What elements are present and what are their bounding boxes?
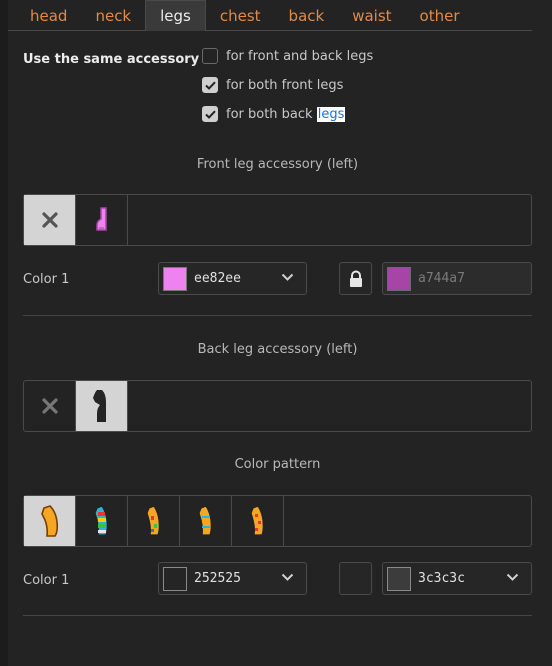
- tab-legs[interactable]: legs: [145, 0, 206, 31]
- front-color1-swatch: [163, 266, 187, 291]
- pattern-option-striped[interactable]: [180, 496, 232, 546]
- check-icon: [204, 110, 216, 119]
- both-back-label: for both back legs: [226, 106, 346, 122]
- check-icon: [204, 81, 216, 90]
- both-back-checkbox[interactable]: [202, 106, 218, 122]
- none-icon: [41, 212, 58, 228]
- pattern-lock-button[interactable]: [339, 562, 372, 595]
- both-front-label: for both front legs: [226, 77, 344, 93]
- pattern-option-mixed[interactable]: [128, 496, 180, 546]
- pattern-color1-label: Color 1: [23, 573, 70, 588]
- pattern-option-plain[interactable]: [24, 496, 76, 546]
- front-leg-picker: [23, 194, 532, 246]
- front-color1-hex: ee82ee: [194, 271, 241, 286]
- option-front-and-back[interactable]: for front and back legs: [202, 48, 373, 64]
- tab-waist[interactable]: waist: [338, 0, 405, 31]
- option-both-back[interactable]: for both back legs: [202, 106, 346, 122]
- tab-back[interactable]: back: [275, 0, 339, 31]
- pattern-option-spotted[interactable]: [232, 496, 284, 546]
- pattern-spotted-icon: [249, 505, 264, 536]
- same-accessory-label: Use the same accessory: [23, 52, 200, 67]
- color-pattern-title: Color pattern: [234, 457, 321, 472]
- tab-chest[interactable]: chest: [206, 0, 275, 31]
- back-none-option[interactable]: [24, 381, 76, 431]
- none-icon: [41, 398, 58, 414]
- pattern-color2-hex: 3c3c3c: [418, 571, 465, 586]
- chevron-down-icon: [506, 573, 519, 581]
- lock-icon: [349, 270, 362, 287]
- pattern-striped-icon: [197, 505, 212, 536]
- tab-neck[interactable]: neck: [81, 0, 145, 31]
- leg-accessory-sock-icon: [95, 207, 107, 231]
- tab-other[interactable]: other: [406, 0, 474, 31]
- back-leg-title: Back leg accessory (left): [197, 342, 358, 357]
- both-front-checkbox[interactable]: [202, 77, 218, 93]
- front-and-back-checkbox[interactable]: [202, 48, 218, 64]
- option-both-front[interactable]: for both front legs: [202, 77, 343, 93]
- front-leg-title: Front leg accessory (left): [196, 157, 359, 172]
- front-sock-option[interactable]: [76, 195, 128, 245]
- leg-accessory-boot-icon: [92, 390, 106, 422]
- pattern-plain-icon: [40, 505, 58, 537]
- pattern-color1-select[interactable]: 252525: [158, 562, 307, 595]
- front-locked-hex: a744a7: [418, 271, 465, 286]
- category-tabs: head neck legs chest back waist other: [8, 0, 532, 31]
- front-color1-select[interactable]: ee82ee: [158, 262, 307, 295]
- front-color1-label: Color 1: [23, 272, 70, 287]
- pattern-color2-select[interactable]: 3c3c3c: [382, 562, 532, 595]
- front-none-option[interactable]: [24, 195, 76, 245]
- selected-text-legs: legs: [316, 106, 346, 122]
- pattern-color1-swatch: [163, 566, 187, 591]
- pattern-option-rainbow[interactable]: [76, 496, 128, 546]
- back-boot-option[interactable]: [76, 381, 128, 431]
- pattern-mixed-icon: [145, 505, 160, 536]
- pattern-color2-swatch: [387, 566, 411, 591]
- chevron-down-icon: [281, 573, 294, 581]
- front-and-back-label: for front and back legs: [226, 48, 374, 64]
- chevron-down-icon: [281, 273, 294, 281]
- divider: [23, 315, 532, 316]
- color-pattern-picker: [23, 495, 532, 547]
- front-locked-color-field: a744a7: [382, 262, 532, 295]
- pattern-color1-hex: 252525: [194, 571, 241, 586]
- pattern-rainbow-icon: [93, 505, 108, 536]
- back-leg-picker: [23, 380, 532, 432]
- lock-color-button[interactable]: [339, 262, 372, 295]
- tab-head[interactable]: head: [8, 0, 81, 31]
- front-locked-swatch: [387, 266, 411, 291]
- divider: [23, 615, 532, 616]
